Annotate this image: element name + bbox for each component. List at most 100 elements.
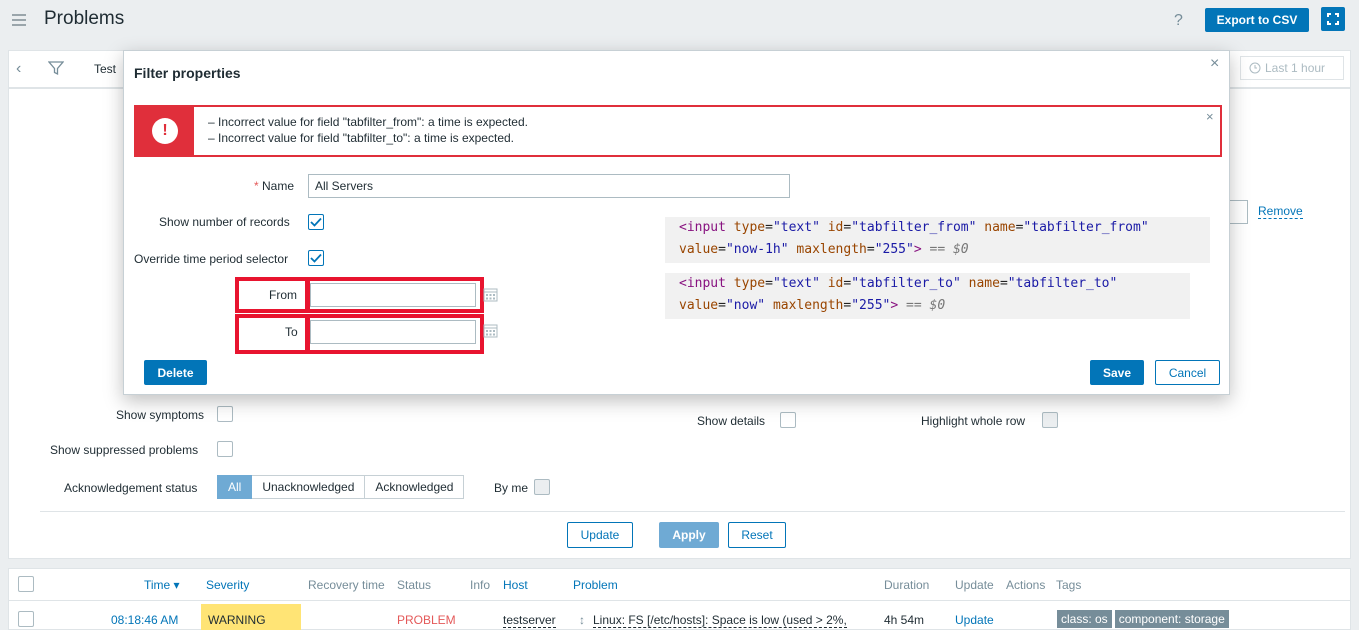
code-to-v2: "tabfilter_to" — [851, 276, 961, 291]
name-input[interactable]: All Servers — [308, 174, 790, 198]
header-time[interactable]: Time ▾ — [144, 578, 180, 592]
code-to-v1: "text" — [772, 276, 820, 291]
show-details-label: Show details — [697, 414, 766, 428]
range-icon: ↕ — [579, 613, 585, 627]
error-message-box: ! – Incorrect value for field "tabfilter… — [134, 105, 1222, 157]
tag-class[interactable]: class: os — [1057, 610, 1112, 628]
code-from-v1: "text" — [772, 220, 820, 235]
header-update: Update — [955, 578, 994, 592]
apply-button[interactable]: Apply — [659, 522, 719, 548]
from-input[interactable] — [310, 283, 476, 307]
code-from-a3: name — [984, 220, 1016, 235]
show-suppressed-label: Show suppressed problems — [50, 443, 199, 457]
code-to-v3: "tabfilter_to" — [1007, 276, 1118, 291]
show-suppressed-checkbox[interactable] — [217, 441, 233, 457]
code-from-tag-close: > — [913, 242, 922, 257]
remove-link[interactable]: Remove — [1258, 204, 1303, 219]
row-time[interactable]: 08:18:46 AM — [111, 613, 178, 627]
code-to-tag-close: > — [890, 298, 899, 313]
code-to-dollar: == $0 — [906, 298, 946, 313]
name-label: * Name — [254, 179, 294, 193]
dialog-title: Filter properties — [134, 65, 241, 81]
row-problem[interactable]: ↕ Linux: FS [/etc/hosts]: Space is low (… — [579, 613, 847, 628]
row-host[interactable]: testserver — [503, 613, 556, 628]
devtools-snippet-from: <input type="text" id="tabfilter_from" n… — [665, 217, 1210, 263]
show-details-checkbox[interactable] — [780, 412, 796, 428]
code-from-v2: "tabfilter_from" — [851, 220, 977, 235]
code-from-a5: maxlength — [796, 242, 867, 257]
code-to-tag-open: <input — [679, 276, 726, 291]
select-all-checkbox[interactable] — [18, 576, 34, 592]
header-severity[interactable]: Severity — [206, 578, 249, 592]
name-label-text: Name — [262, 179, 295, 193]
code-from-a4: value — [679, 242, 719, 257]
row-update-link[interactable]: Update — [955, 613, 994, 627]
header-problem[interactable]: Problem — [573, 578, 618, 592]
filter-remove-input[interactable] — [1228, 200, 1248, 224]
error-icon-area: ! — [136, 107, 194, 155]
filter-properties-dialog: Filter properties × ! – Incorrect value … — [123, 50, 1230, 395]
code-from-v4: "now-1h" — [725, 242, 789, 257]
menu-icon[interactable] — [12, 14, 26, 26]
exclamation-icon: ! — [152, 118, 178, 144]
code-from-v5: "255" — [874, 242, 914, 257]
row-severity-label: WARNING — [208, 613, 266, 627]
clock-icon — [1249, 62, 1261, 74]
dialog-close-icon[interactable]: × — [1210, 55, 1219, 73]
page-title: Problems — [44, 8, 125, 29]
header-actions: Actions — [1006, 578, 1046, 592]
highlight-row-label: Highlight whole row — [921, 414, 1026, 428]
ack-option-acknowledged[interactable]: Acknowledged — [365, 475, 465, 499]
code-from-dollar: == $0 — [929, 242, 969, 257]
show-records-checkbox[interactable] — [308, 214, 324, 230]
calendar-icon[interactable] — [483, 323, 498, 341]
devtools-snippet-to: <input type="text" id="tabfilter_to" nam… — [665, 273, 1190, 319]
to-label: To — [285, 325, 298, 339]
update-button[interactable]: Update — [567, 522, 633, 548]
time-range-tab[interactable]: Last 1 hour — [1240, 56, 1344, 80]
show-records-label: Show number of records — [159, 215, 290, 229]
from-label: From — [269, 288, 297, 302]
chevron-left-icon[interactable]: ‹ — [16, 60, 21, 78]
required-asterisk: * — [254, 179, 263, 193]
header-tags: Tags — [1056, 578, 1082, 592]
code-from-v3: "tabfilter_from" — [1023, 220, 1149, 235]
highlight-row-checkbox[interactable] — [1042, 412, 1058, 428]
to-label-highlight — [235, 314, 310, 354]
filter-icon[interactable] — [47, 60, 65, 79]
error-line-2: – Incorrect value for field "tabfilter_t… — [208, 131, 514, 145]
header-status: Status — [397, 578, 432, 592]
ack-option-all[interactable]: All — [217, 475, 253, 499]
reset-button[interactable]: Reset — [728, 522, 786, 548]
ack-option-unacknowledged[interactable]: Unacknowledged — [252, 475, 366, 499]
by-me-checkbox[interactable] — [534, 479, 550, 495]
filter-divider — [40, 511, 1345, 512]
export-csv-button[interactable]: Export to CSV — [1205, 8, 1309, 32]
code-to-a4: value — [679, 298, 719, 313]
table-header-divider — [8, 600, 1351, 601]
tag-component[interactable]: component: storage — [1114, 610, 1229, 628]
override-checkbox[interactable] — [308, 250, 324, 266]
header-host[interactable]: Host — [503, 578, 528, 592]
show-symptoms-checkbox[interactable] — [217, 406, 233, 422]
delete-button[interactable]: Delete — [144, 360, 207, 385]
save-button[interactable]: Save — [1090, 360, 1144, 385]
override-label: Override time period selector — [134, 252, 289, 266]
header-duration: Duration — [884, 578, 930, 592]
help-icon[interactable]: ? — [1174, 12, 1183, 30]
row-duration: 4h 54m — [884, 613, 925, 627]
by-me-label: By me — [494, 481, 529, 495]
row-checkbox[interactable] — [18, 611, 34, 627]
ack-status-segmented: All Unacknowledged Acknowledged — [217, 475, 465, 499]
code-to-v4: "now" — [725, 298, 766, 313]
fullscreen-icon[interactable] — [1321, 7, 1345, 31]
tab-test[interactable]: Test — [94, 62, 116, 76]
code-to-a3: name — [968, 276, 1000, 291]
header-recovery-time: Recovery time — [308, 578, 385, 592]
to-input[interactable] — [310, 320, 476, 344]
ack-status-label: Acknowledgement status — [64, 481, 198, 495]
time-range-label: Last 1 hour — [1265, 61, 1326, 75]
cancel-button[interactable]: Cancel — [1155, 360, 1220, 385]
error-close-icon[interactable]: × — [1206, 109, 1214, 124]
calendar-icon[interactable] — [483, 287, 498, 305]
